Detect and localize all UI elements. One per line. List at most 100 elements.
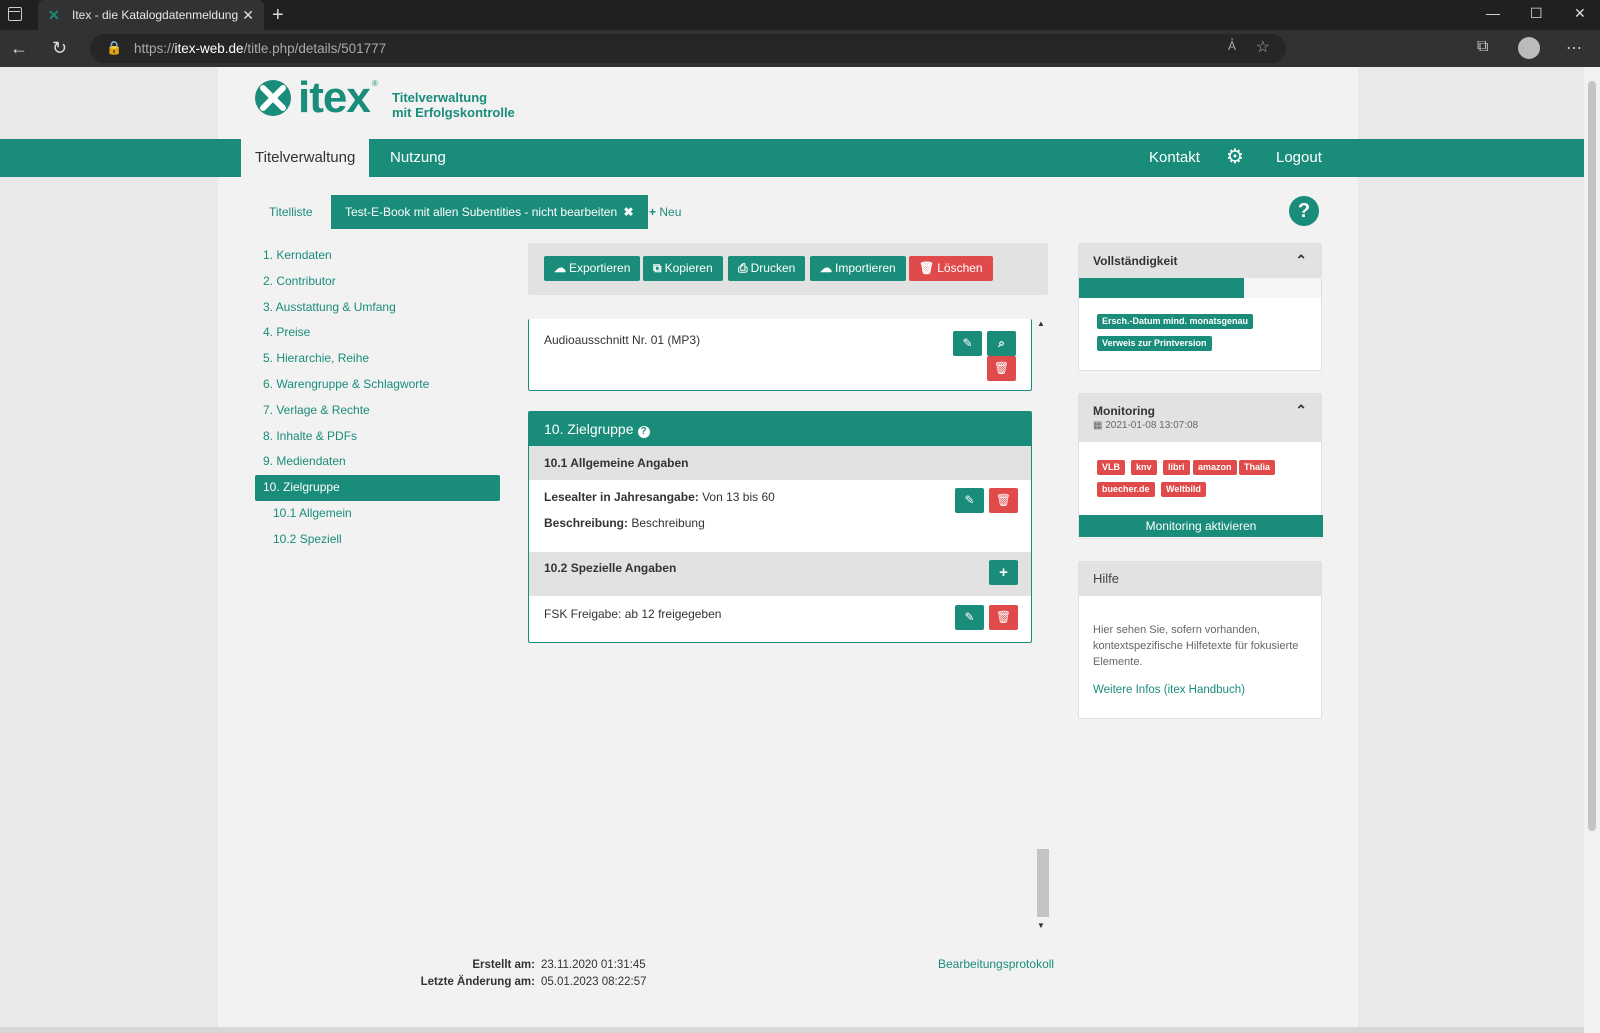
question-circle-icon[interactable]: ? bbox=[637, 426, 650, 438]
nav-tab-nutzung[interactable]: Nutzung bbox=[376, 139, 460, 177]
monitoring-header[interactable]: Monitoring ▦ 2021-01-08 13:07:08 ⌃ bbox=[1079, 394, 1321, 442]
completeness-title: Vollständigkeit bbox=[1093, 254, 1178, 268]
badge-printversion: Verweis zur Printversion bbox=[1097, 336, 1212, 351]
sidebar-item-warengruppe[interactable]: 6. Warengruppe & Schlagworte bbox=[255, 372, 500, 398]
monitoring-date-value: 2021-01-08 13:07:08 bbox=[1105, 420, 1199, 431]
profile-avatar[interactable] bbox=[1518, 37, 1540, 59]
zielgruppe-title: 10. Zielgruppe bbox=[544, 421, 634, 437]
export-button[interactable]: ☁ Exportieren bbox=[544, 256, 641, 281]
inner-scroll-thumb[interactable] bbox=[1037, 849, 1049, 917]
new-tab-icon[interactable]: + bbox=[272, 4, 284, 27]
import-button[interactable]: ☁ Importieren bbox=[810, 256, 906, 281]
sidebar-item-preise[interactable]: 4. Preise bbox=[255, 320, 500, 346]
print-button[interactable]: ⎙ Drucken bbox=[728, 256, 806, 281]
help-panel: Hilfe Hier sehen Sie, sofern vorhanden, … bbox=[1078, 561, 1322, 719]
sidebar-item-speziell[interactable]: 10.2 Speziell bbox=[255, 527, 500, 553]
sidebar-item-zielgruppe[interactable]: 10. Zielgruppe bbox=[255, 475, 500, 501]
subtab-titelliste[interactable]: Titelliste bbox=[255, 195, 327, 229]
preview-media-button[interactable]: ⌕ bbox=[987, 331, 1016, 356]
trash-icon: 🗑 bbox=[993, 361, 1010, 375]
trash-icon: 🗑 bbox=[995, 610, 1012, 624]
monitoring-panel: Monitoring ▦ 2021-01-08 13:07:08 ⌃ VLB k… bbox=[1078, 393, 1323, 539]
itex-logo-icon bbox=[255, 80, 291, 116]
delete-media-button[interactable]: 🗑 bbox=[987, 356, 1016, 381]
delete-allgemein-button[interactable]: 🗑 bbox=[989, 488, 1018, 513]
subtab-current-title[interactable]: Test-E-Book mit allen Subentities - nich… bbox=[331, 195, 648, 229]
badge-thalia: Thalia bbox=[1239, 460, 1276, 475]
badge-knv: knv bbox=[1131, 460, 1157, 475]
logout-link[interactable]: Logout bbox=[1276, 139, 1322, 177]
badge-amazon: amazon bbox=[1193, 460, 1237, 475]
help-handbook-link[interactable]: Weitere Infos (itex Handbuch) bbox=[1093, 684, 1245, 696]
scroll-up-icon[interactable]: ▲ bbox=[1037, 319, 1045, 328]
delete-fsk-button[interactable]: 🗑 bbox=[989, 605, 1018, 630]
sidebar-item-allgemein[interactable]: 10.1 Allgemein bbox=[255, 501, 500, 527]
page-scroll-thumb[interactable] bbox=[1588, 81, 1596, 831]
page-scrollbar[interactable] bbox=[1584, 67, 1600, 1033]
sidebar-item-kerndaten[interactable]: 1. Kerndaten bbox=[255, 243, 500, 269]
read-aloud-icon[interactable]: A̓ bbox=[1228, 39, 1236, 53]
export-label: Exportieren bbox=[569, 261, 631, 275]
sidebar-item-contributor[interactable]: 2. Contributor bbox=[255, 269, 500, 295]
chevron-up-icon[interactable]: ⌃ bbox=[1295, 402, 1307, 419]
gear-icon[interactable]: ⚙ bbox=[1226, 146, 1248, 168]
monitoring-activate-button[interactable]: Monitoring aktivieren bbox=[1079, 515, 1323, 537]
lock-icon: 🔒 bbox=[106, 40, 123, 55]
url-field[interactable]: 🔒 https://itex-web.de/title.php/details/… bbox=[90, 34, 1286, 63]
more-menu-icon[interactable]: ⋯ bbox=[1566, 38, 1582, 58]
print-icon: ⎙ bbox=[738, 261, 748, 275]
edit-media-button[interactable]: ✎ bbox=[953, 331, 982, 356]
zielgruppe-card: 10. Zielgruppe? 10.1 Allgemeine Angaben … bbox=[528, 411, 1032, 643]
favorite-icon[interactable]: ☆ bbox=[1256, 37, 1270, 57]
browser-tab[interactable]: ✕ Itex - die Katalogdatenmeldung ✕ bbox=[38, 0, 264, 30]
created-row: Erstellt am: 23.11.2020 01:31:45 bbox=[410, 957, 647, 974]
tab-close-icon[interactable]: ✕ bbox=[242, 7, 254, 24]
sidebar-item-ausstattung[interactable]: 3. Ausstattung & Umfang bbox=[255, 295, 500, 321]
minimize-icon[interactable]: — bbox=[1486, 5, 1500, 21]
copy-button[interactable]: ⧉ Kopieren bbox=[643, 256, 723, 281]
sidebar-item-inhalte[interactable]: 8. Inhalte & PDFs bbox=[255, 424, 500, 450]
record-meta: Erstellt am: 23.11.2020 01:31:45 Letzte Ä… bbox=[410, 957, 647, 991]
edit-fsk-button[interactable]: ✎ bbox=[955, 605, 984, 630]
monitoring-title: Monitoring bbox=[1093, 404, 1155, 418]
monitoring-date: ▦ 2021-01-08 13:07:08 bbox=[1093, 420, 1321, 431]
modified-key: Letzte Änderung am: bbox=[420, 976, 535, 988]
kontakt-link[interactable]: Kontakt bbox=[1149, 139, 1200, 177]
detail-scroll-area[interactable]: Audioausschnitt Nr. 01 (MP3) ✎ ⌕ 🗑 10. Z… bbox=[528, 319, 1049, 1019]
subtab-current-label: Test-E-Book mit allen Subentities - nich… bbox=[345, 205, 618, 219]
add-speziell-button[interactable]: + bbox=[989, 560, 1018, 585]
back-icon[interactable]: ← bbox=[10, 38, 28, 59]
lesealter-key: Lesealter in Jahresangabe: bbox=[544, 490, 699, 504]
pencil-icon: ✎ bbox=[962, 336, 973, 350]
delete-button[interactable]: 🗑 Löschen bbox=[909, 256, 993, 281]
collections-icon[interactable]: ⧉ bbox=[1477, 38, 1488, 56]
scroll-down-icon[interactable]: ▼ bbox=[1037, 921, 1045, 930]
maximize-icon[interactable]: ☐ bbox=[1530, 5, 1543, 22]
inner-scrollbar[interactable]: ▲ ▼ bbox=[1036, 319, 1049, 939]
edit-log-link[interactable]: Bearbeitungsprotokoll bbox=[938, 957, 1054, 971]
beschreibung-value: Beschreibung bbox=[631, 516, 705, 530]
edit-allgemein-button[interactable]: ✎ bbox=[955, 488, 984, 513]
nav-tab-titelverwaltung[interactable]: Titelverwaltung bbox=[241, 139, 370, 177]
fsk-row: FSK Freigabe: ab 12 freigegeben bbox=[544, 607, 722, 621]
reload-icon[interactable]: ↻ bbox=[52, 38, 67, 59]
help-question-icon[interactable]: ? bbox=[1289, 196, 1319, 226]
badge-vlb: VLB bbox=[1097, 460, 1125, 475]
sidebar-item-mediendaten[interactable]: 9. Mediendaten bbox=[255, 449, 500, 475]
help-text: Hier sehen Sie, sofern vorhanden, kontex… bbox=[1093, 624, 1299, 668]
logo-tagline: Titelverwaltung mit Erfolgskontrolle bbox=[392, 90, 515, 120]
subtab-new[interactable]: + Neu bbox=[635, 195, 695, 229]
cloud-upload-icon: ☁ bbox=[554, 261, 566, 275]
sidebar-item-verlage[interactable]: 7. Verlage & Rechte bbox=[255, 398, 500, 424]
window-close-icon[interactable]: ✕ bbox=[1574, 5, 1586, 22]
help-header: Hilfe bbox=[1079, 562, 1321, 596]
pencil-icon: ✎ bbox=[964, 610, 975, 624]
subtab-close-icon[interactable]: ✖ bbox=[623, 205, 633, 219]
sidebar-item-hierarchie[interactable]: 5. Hierarchie, Reihe bbox=[255, 346, 500, 372]
completeness-panel: Vollständigkeit ⌃ Ersch.-Datum mind. mon… bbox=[1078, 243, 1322, 371]
tab-actions-icon[interactable] bbox=[8, 7, 22, 21]
section-speziell-header: 10.2 Spezielle Angaben bbox=[529, 552, 1031, 596]
chevron-up-icon[interactable]: ⌃ bbox=[1295, 252, 1307, 269]
completeness-header[interactable]: Vollständigkeit ⌃ bbox=[1079, 244, 1321, 278]
logo-tagline-1: Titelverwaltung bbox=[392, 90, 488, 105]
